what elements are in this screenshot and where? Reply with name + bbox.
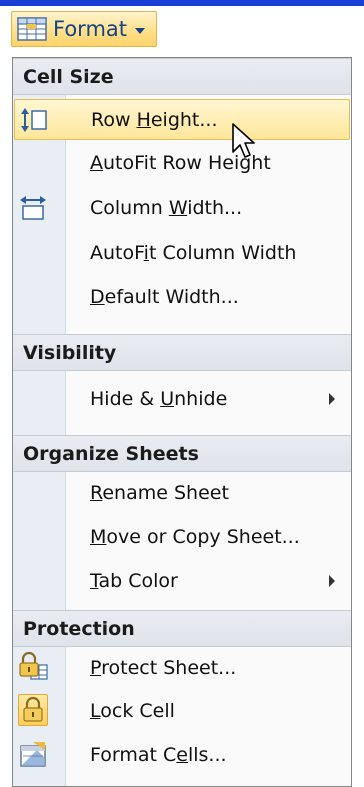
row-height-icon [21, 108, 47, 132]
menu-item-label: Protect Sheet... [90, 656, 237, 679]
menu-item-label: Column Width... [90, 196, 243, 219]
menu-item-autofit-column-width[interactable]: AutoFit Column Width [13, 232, 351, 273]
menu-item-lock-cell[interactable]: Lock Cell [13, 690, 351, 731]
menu-item-label: Tab Color [90, 569, 178, 592]
section-header-visibility: Visibility [13, 334, 351, 371]
window-edge [0, 0, 364, 6]
section-title: Cell Size [23, 65, 114, 88]
menu-item-row-height[interactable]: Row Height... [14, 99, 350, 140]
menu-item-column-width[interactable]: Column Width... [13, 187, 351, 228]
ribbon-area: Format [0, 0, 364, 57]
format-cells-icon [20, 742, 46, 767]
menu-item-label: AutoFit Column Width [90, 241, 297, 264]
column-width-icon [20, 196, 46, 220]
menu-item-label: Hide & Unhide [90, 387, 228, 410]
chevron-down-icon [135, 27, 146, 34]
menu-item-label: Default Width... [90, 285, 239, 308]
menu-item-protect-sheet[interactable]: Protect Sheet... [13, 647, 351, 688]
format-button-label: Format [53, 17, 128, 41]
menu-item-autofit-row-height[interactable]: AutoFit Row Height [13, 142, 351, 183]
menu-item-tab-color[interactable]: Tab Color [13, 560, 351, 601]
format-dropdown-button[interactable]: Format [11, 11, 157, 47]
section-title: Visibility [23, 341, 117, 364]
submenu-arrow-icon [329, 392, 335, 405]
menu-item-default-width[interactable]: Default Width... [13, 276, 351, 317]
section-header-cell-size: Cell Size [13, 58, 351, 95]
menu-item-hide-unhide[interactable]: Hide & Unhide [13, 378, 351, 419]
menu-item-label: Row Height... [91, 108, 218, 131]
protect-sheet-icon [19, 651, 48, 680]
submenu-arrow-icon [329, 574, 335, 587]
menu-item-format-cells[interactable]: Format Cells... [13, 734, 351, 775]
menu-item-label: Move or Copy Sheet... [90, 525, 300, 548]
menu-item-label: Format Cells... [90, 743, 227, 766]
section-title: Organize Sheets [23, 442, 199, 465]
section-header-protection: Protection [13, 610, 351, 647]
menu-item-move-copy-sheet[interactable]: Move or Copy Sheet... [13, 516, 351, 557]
format-menu: Cell Size Row Height... AutoFit Row Heig… [12, 57, 352, 787]
menu-item-label: Lock Cell [90, 699, 175, 722]
menu-item-rename-sheet[interactable]: Rename Sheet [13, 472, 351, 513]
format-grid-icon [17, 17, 47, 41]
section-header-organize-sheets: Organize Sheets [13, 435, 351, 472]
section-title: Protection [23, 617, 135, 640]
lock-cell-icon [23, 696, 43, 722]
menu-item-label: Rename Sheet [90, 481, 229, 504]
mouse-pointer-icon [232, 123, 255, 158]
